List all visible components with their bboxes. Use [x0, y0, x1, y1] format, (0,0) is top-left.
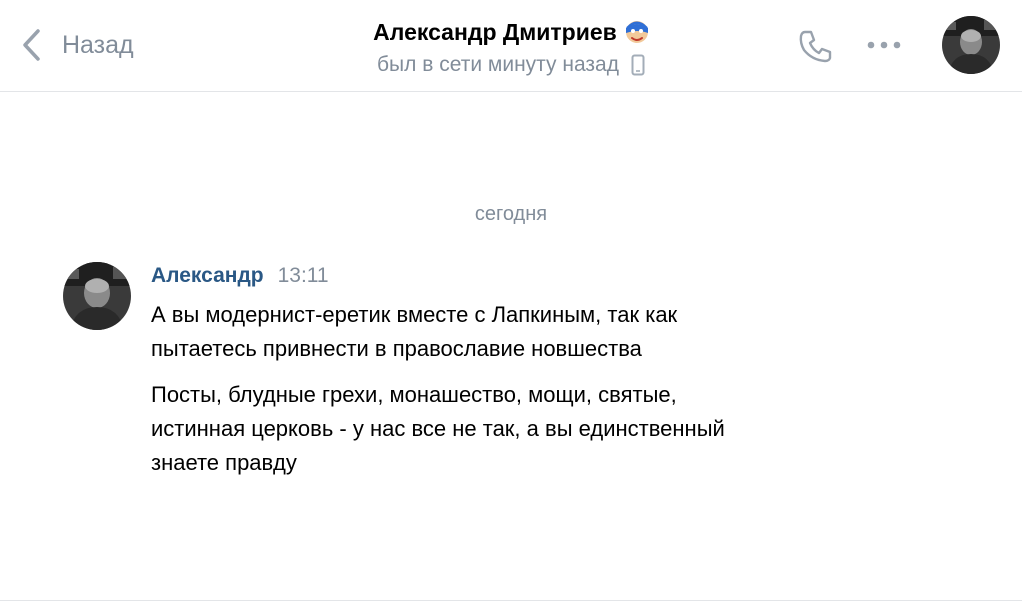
more-dots-icon [867, 41, 901, 49]
contact-name: Александр Дмитриев [373, 18, 617, 45]
contact-avatar[interactable] [942, 16, 1000, 74]
chevron-left-icon [23, 29, 40, 61]
online-status: был в сети минуту назад [377, 53, 619, 76]
superhero-mask-emoji-icon [625, 21, 648, 43]
message-paragraph: Посты, блудные грехи, монашество, мощи, … [151, 382, 725, 475]
call-button[interactable] [796, 26, 836, 66]
back-button[interactable]: Назад [20, 26, 134, 64]
chat-header: Назад Александр Дмитриев был в сети мину… [0, 0, 1022, 92]
mobile-phone-icon [631, 54, 645, 76]
message-author-name[interactable]: Александр [151, 264, 264, 288]
message-timestamp: 13:11 [277, 264, 329, 287]
avatar-photo [942, 16, 1000, 74]
divider [0, 600, 1022, 601]
date-separator: сегодня [474, 203, 548, 225]
phone-call-icon [799, 30, 832, 63]
more-button[interactable] [864, 34, 904, 56]
message-body: А вы модернист-еретик вместе с Лапкиным,… [151, 298, 851, 480]
avatar-photo [63, 262, 131, 330]
conversation-title-block[interactable]: Александр Дмитриев был в сети минуту наз… [280, 14, 742, 80]
message-header: Александр 13:11 [151, 264, 329, 296]
message-author-avatar[interactable] [63, 262, 131, 330]
back-label: Назад [62, 30, 134, 59]
message-paragraph: А вы модернист-еретик вместе с Лапкиным,… [151, 302, 678, 361]
